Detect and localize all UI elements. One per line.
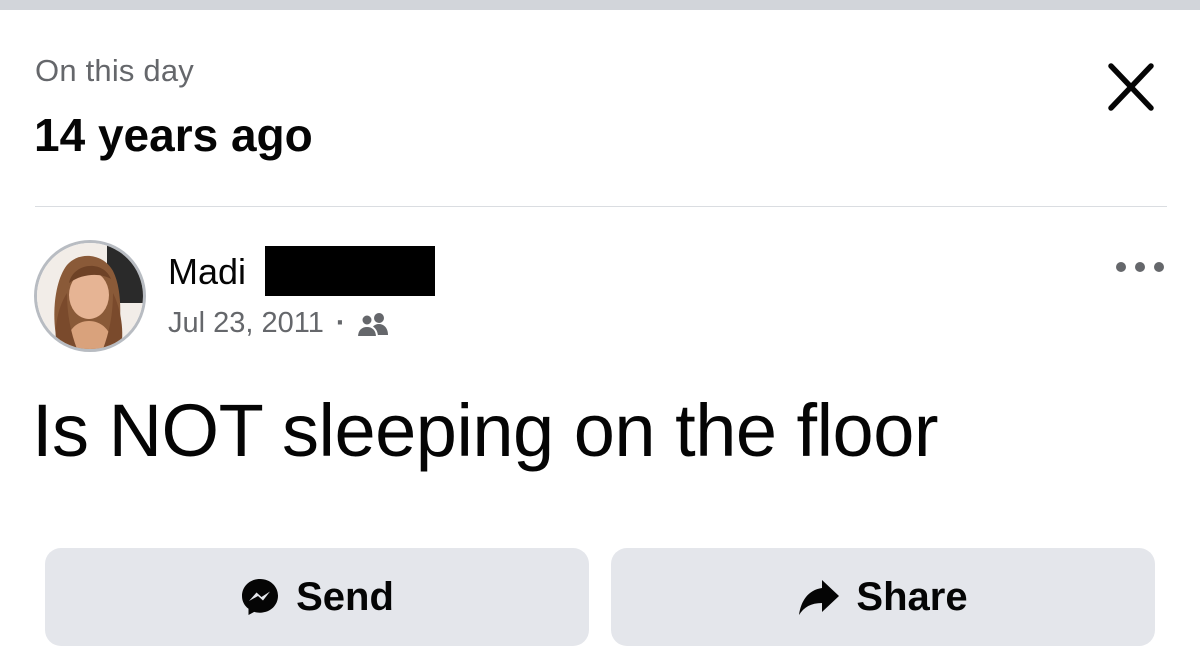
- meta-separator: ·: [335, 307, 346, 339]
- post-meta: Jul 23, 2011 ·: [168, 307, 390, 340]
- share-label: Share: [856, 574, 968, 619]
- memory-kicker: On this day: [35, 53, 195, 88]
- share-button[interactable]: Share: [611, 548, 1155, 646]
- more-options-icon: [1116, 262, 1164, 272]
- friends-icon[interactable]: [355, 311, 390, 337]
- top-strip: [0, 0, 1200, 10]
- author-name[interactable]: Madi: [168, 251, 246, 293]
- share-arrow-icon: [799, 580, 840, 615]
- divider: [35, 206, 1167, 207]
- post-date[interactable]: Jul 23, 2011: [168, 307, 324, 340]
- send-button[interactable]: Send: [45, 548, 589, 646]
- post-text: Is NOT sleeping on the floor: [32, 389, 939, 472]
- redaction-bar: [265, 246, 435, 296]
- send-label: Send: [296, 574, 394, 619]
- messenger-icon: [242, 579, 279, 615]
- avatar[interactable]: [34, 240, 146, 352]
- profile-photo: [37, 243, 143, 349]
- close-icon: [1108, 63, 1154, 111]
- more-options-button[interactable]: [1112, 255, 1168, 279]
- close-button[interactable]: [1100, 58, 1160, 118]
- memory-headline: 14 years ago: [34, 109, 313, 161]
